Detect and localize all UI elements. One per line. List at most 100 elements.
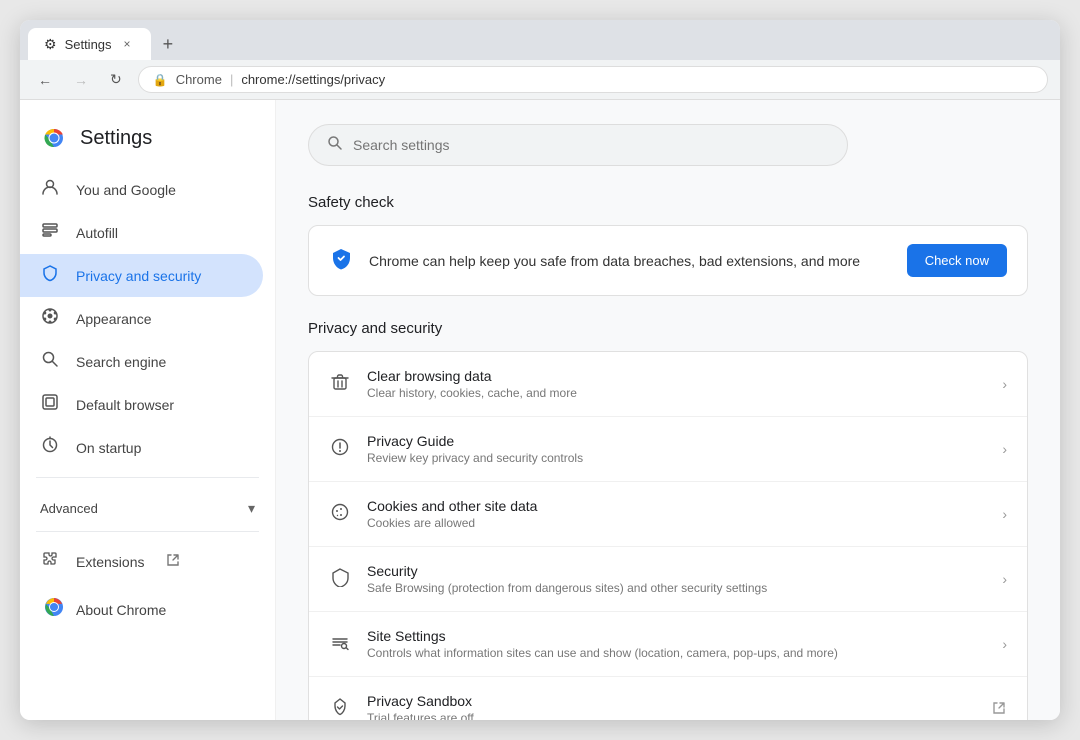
extensions-external-link-icon bbox=[166, 553, 180, 570]
clear-browsing-arrow: › bbox=[1002, 376, 1007, 392]
security-arrow: › bbox=[1002, 571, 1007, 587]
privacy-sandbox-text: Privacy Sandbox Trial features are off bbox=[367, 693, 975, 720]
clear-browsing-data-item[interactable]: Clear browsing data Clear history, cooki… bbox=[309, 352, 1027, 417]
about-chrome-logo-icon bbox=[40, 593, 68, 621]
sidebar-item-default-browser[interactable]: Default browser bbox=[20, 383, 263, 426]
search-icon bbox=[327, 135, 343, 155]
tab-title: Settings bbox=[65, 37, 112, 52]
privacy-guide-arrow: › bbox=[1002, 441, 1007, 457]
advanced-label: Advanced bbox=[40, 501, 98, 516]
sidebar-item-about-chrome[interactable]: About Chrome bbox=[20, 583, 263, 636]
privacy-sandbox-subtitle: Trial features are off bbox=[367, 711, 975, 720]
url-separator: | bbox=[230, 72, 233, 87]
search-input[interactable] bbox=[353, 137, 829, 153]
main-content: Settings You and Google Autofill Privacy… bbox=[20, 100, 1060, 720]
sidebar-divider-2 bbox=[36, 531, 259, 532]
about-chrome-icon bbox=[40, 593, 60, 626]
sidebar-item-label: Appearance bbox=[76, 311, 152, 327]
sidebar-header: Settings bbox=[20, 116, 275, 168]
clear-browsing-data-text: Clear browsing data Clear history, cooki… bbox=[367, 368, 986, 400]
sidebar-item-label: About Chrome bbox=[76, 602, 166, 618]
url-site-label: Chrome bbox=[176, 72, 222, 87]
reload-button[interactable]: ↻ bbox=[104, 67, 128, 92]
sidebar-item-label: On startup bbox=[76, 440, 141, 456]
sidebar-item-label: Privacy and security bbox=[76, 268, 201, 284]
sidebar-item-label: You and Google bbox=[76, 182, 176, 198]
back-button[interactable]: ← bbox=[32, 68, 58, 92]
privacy-security-title: Privacy and security bbox=[308, 320, 1028, 337]
privacy-guide-title: Privacy Guide bbox=[367, 433, 986, 449]
sidebar-divider bbox=[36, 477, 259, 478]
tab-favicon: ⚙ bbox=[44, 36, 57, 53]
url-path-label: chrome://settings/privacy bbox=[241, 72, 385, 87]
safety-check-card: Chrome can help keep you safe from data … bbox=[308, 225, 1028, 296]
search-engine-icon bbox=[40, 350, 60, 373]
safety-check-text: Chrome can help keep you safe from data … bbox=[369, 253, 891, 269]
site-settings-arrow: › bbox=[1002, 636, 1007, 652]
privacy-guide-subtitle: Review key privacy and security controls bbox=[367, 451, 986, 465]
clear-browsing-title: Clear browsing data bbox=[367, 368, 986, 384]
chrome-logo-icon bbox=[40, 124, 68, 152]
sidebar: Settings You and Google Autofill Privacy… bbox=[20, 100, 276, 720]
browser-window: ⚙ Settings × + ← → ↻ 🔒 Chrome | chrome:/… bbox=[20, 20, 1060, 720]
cookies-text: Cookies and other site data Cookies are … bbox=[367, 498, 986, 530]
sidebar-item-search-engine[interactable]: Search engine bbox=[20, 340, 263, 383]
default-browser-icon bbox=[40, 393, 60, 416]
security-title: Security bbox=[367, 563, 986, 579]
privacy-sandbox-title: Privacy Sandbox bbox=[367, 693, 975, 709]
sidebar-item-label: Extensions bbox=[76, 554, 144, 570]
sidebar-item-extensions[interactable]: Extensions bbox=[20, 540, 263, 583]
privacy-guide-item[interactable]: Privacy Guide Review key privacy and sec… bbox=[309, 417, 1027, 482]
clear-browsing-subtitle: Clear history, cookies, cache, and more bbox=[367, 386, 986, 400]
sidebar-item-privacy-and-security[interactable]: Privacy and security bbox=[20, 254, 263, 297]
sidebar-item-label: Search engine bbox=[76, 354, 166, 370]
cookies-arrow: › bbox=[1002, 506, 1007, 522]
privacy-sandbox-icon bbox=[329, 697, 351, 721]
settings-content: Safety check Chrome can help keep you sa… bbox=[276, 100, 1060, 720]
site-settings-item[interactable]: Site Settings Controls what information … bbox=[309, 612, 1027, 677]
security-text: Security Safe Browsing (protection from … bbox=[367, 563, 986, 595]
tab-close-button[interactable]: × bbox=[120, 35, 135, 53]
search-bar[interactable] bbox=[308, 124, 848, 166]
sidebar-item-appearance[interactable]: Appearance bbox=[20, 297, 263, 340]
sidebar-item-label: Autofill bbox=[76, 225, 118, 241]
privacy-guide-text: Privacy Guide Review key privacy and sec… bbox=[367, 433, 986, 465]
advanced-chevron-icon: ▾ bbox=[248, 500, 255, 517]
cookies-title: Cookies and other site data bbox=[367, 498, 986, 514]
url-lock-icon: 🔒 bbox=[153, 73, 168, 87]
on-startup-icon bbox=[40, 436, 60, 459]
safety-check-title: Safety check bbox=[308, 194, 1028, 211]
appearance-icon bbox=[40, 307, 60, 330]
autofill-icon bbox=[40, 221, 60, 244]
cookies-item[interactable]: Cookies and other site data Cookies are … bbox=[309, 482, 1027, 547]
security-subtitle: Safe Browsing (protection from dangerous… bbox=[367, 581, 986, 595]
sidebar-title: Settings bbox=[80, 127, 152, 150]
tab-bar: ⚙ Settings × + bbox=[20, 20, 1060, 60]
url-bar[interactable]: 🔒 Chrome | chrome://settings/privacy bbox=[138, 66, 1048, 93]
active-tab[interactable]: ⚙ Settings × bbox=[28, 28, 151, 60]
cookies-subtitle: Cookies are allowed bbox=[367, 516, 986, 530]
site-settings-subtitle: Controls what information sites can use … bbox=[367, 646, 986, 660]
sidebar-item-you-and-google[interactable]: You and Google bbox=[20, 168, 263, 211]
sidebar-item-on-startup[interactable]: On startup bbox=[20, 426, 263, 469]
advanced-section-label[interactable]: Advanced ▾ bbox=[20, 486, 275, 523]
privacy-sandbox-external-link-icon bbox=[991, 700, 1007, 719]
address-bar: ← → ↻ 🔒 Chrome | chrome://settings/priva… bbox=[20, 60, 1060, 100]
you-and-google-icon bbox=[40, 178, 60, 201]
site-settings-title: Site Settings bbox=[367, 628, 986, 644]
sidebar-item-autofill[interactable]: Autofill bbox=[20, 211, 263, 254]
security-item[interactable]: Security Safe Browsing (protection from … bbox=[309, 547, 1027, 612]
site-settings-icon bbox=[329, 632, 351, 657]
forward-button[interactable]: → bbox=[68, 68, 94, 92]
safety-shield-icon bbox=[329, 246, 353, 276]
clear-browsing-icon bbox=[329, 372, 351, 397]
site-settings-text: Site Settings Controls what information … bbox=[367, 628, 986, 660]
sidebar-item-label: Default browser bbox=[76, 397, 174, 413]
security-icon bbox=[329, 567, 351, 592]
privacy-security-card: Clear browsing data Clear history, cooki… bbox=[308, 351, 1028, 720]
cookies-icon bbox=[329, 502, 351, 527]
check-now-button[interactable]: Check now bbox=[907, 244, 1007, 277]
privacy-security-icon bbox=[40, 264, 60, 287]
new-tab-button[interactable]: + bbox=[155, 30, 182, 59]
privacy-sandbox-item[interactable]: Privacy Sandbox Trial features are off bbox=[309, 677, 1027, 720]
